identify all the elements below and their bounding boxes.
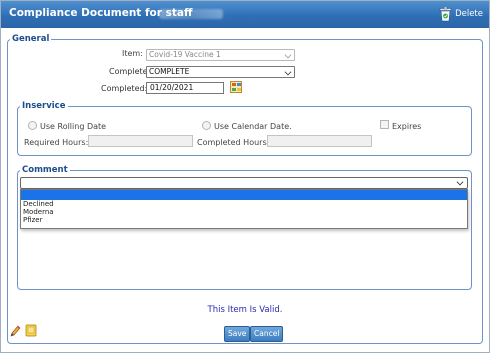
expires-checkbox[interactable] bbox=[380, 120, 389, 129]
cancel-button[interactable]: Cancel bbox=[250, 326, 284, 342]
note-icon[interactable] bbox=[25, 324, 37, 337]
comment-option-pfizer[interactable]: Pfizer bbox=[21, 216, 467, 224]
calendar-icon[interactable] bbox=[230, 81, 242, 93]
delete-label: Delete bbox=[455, 9, 483, 19]
rolling-date-radio[interactable] bbox=[28, 121, 37, 130]
completed-hours-input[interactable] bbox=[267, 135, 372, 147]
complete-label: Complete bbox=[109, 67, 148, 76]
required-hours-input[interactable] bbox=[88, 135, 193, 147]
staff-name-redacted bbox=[159, 9, 223, 19]
complete-select[interactable]: COMPLETE bbox=[146, 66, 295, 78]
expires-label: Expires bbox=[392, 122, 422, 131]
required-hours-label: Required Hours: bbox=[24, 138, 89, 147]
completed-date-value: 01/20/2021 bbox=[150, 83, 194, 92]
completed-date-input[interactable]: 01/20/2021 bbox=[146, 82, 224, 94]
trash-icon bbox=[439, 6, 452, 21]
validity-status: This Item Is Valid. bbox=[207, 305, 283, 315]
rolling-date-label: Use Rolling Date bbox=[40, 122, 107, 131]
calendar-date-label: Use Calendar Date. bbox=[214, 122, 292, 131]
item-value: Covid-19 Vaccine 1 bbox=[149, 50, 221, 59]
delete-button[interactable]: Delete bbox=[439, 6, 483, 22]
general-legend: General bbox=[12, 34, 50, 44]
comment-option-blank[interactable] bbox=[21, 190, 467, 200]
comment-option-moderna[interactable]: Moderna bbox=[21, 208, 467, 216]
chevron-down-icon bbox=[284, 51, 292, 59]
inservice-legend: Inservice bbox=[22, 101, 66, 111]
calendar-date-radio[interactable] bbox=[202, 121, 211, 130]
compliance-dialog: Compliance Document for staff Delete Gen… bbox=[0, 0, 490, 353]
comment-option-declined[interactable]: Declined bbox=[21, 200, 467, 208]
chevron-down-icon bbox=[284, 68, 292, 76]
comment-legend: Comment bbox=[22, 165, 68, 175]
title-bar: Compliance Document for staff Delete bbox=[1, 1, 489, 28]
item-label: Item: bbox=[122, 49, 143, 58]
item-select[interactable]: Covid-19 Vaccine 1 bbox=[146, 49, 295, 61]
completed-label: Completed: bbox=[101, 84, 148, 93]
save-button[interactable]: Save bbox=[224, 326, 251, 342]
complete-value: COMPLETE bbox=[149, 67, 190, 76]
comment-select[interactable] bbox=[20, 177, 468, 189]
comment-options-list: Declined Moderna Pfizer bbox=[20, 189, 468, 229]
pencil-icon[interactable] bbox=[10, 325, 21, 337]
chevron-down-icon bbox=[456, 178, 464, 186]
completed-hours-label: Completed Hours: bbox=[197, 138, 270, 147]
